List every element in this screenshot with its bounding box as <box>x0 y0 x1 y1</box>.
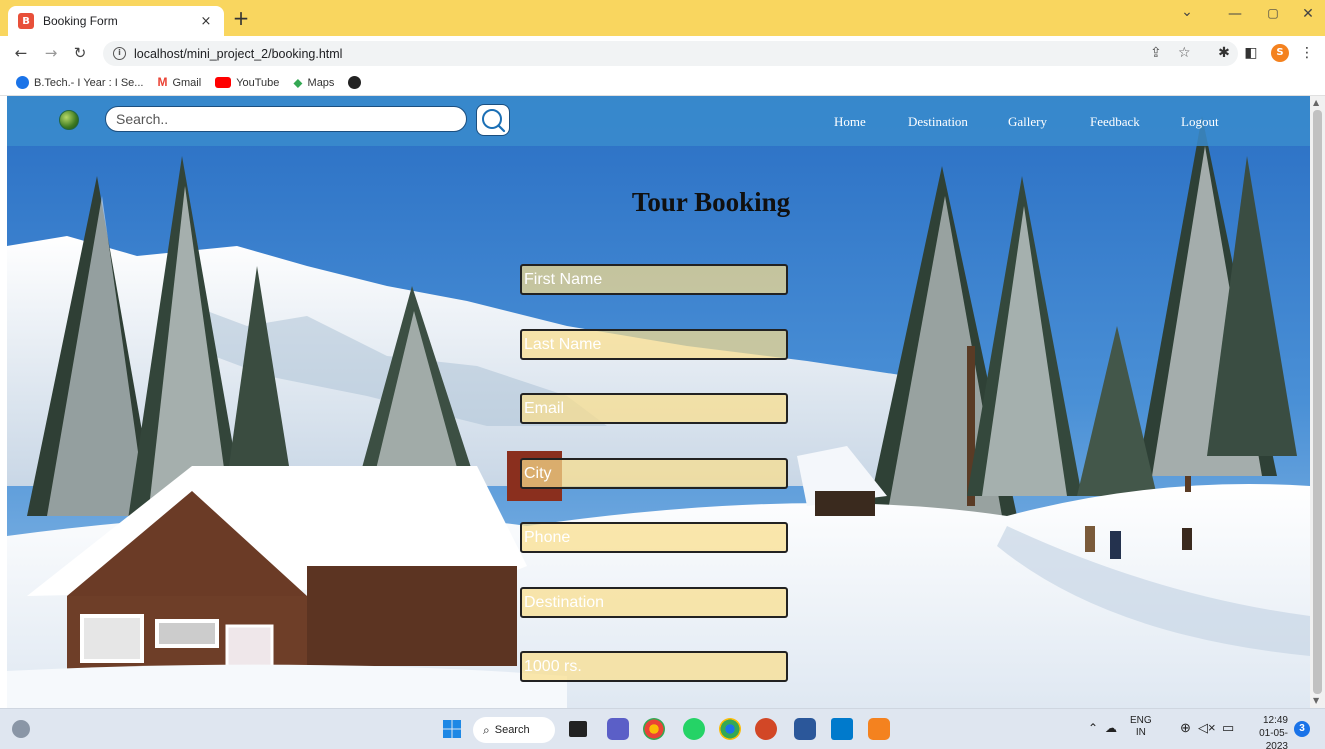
page-scrollbar[interactable]: ▲ ▼ <box>1310 96 1325 708</box>
side-panel-icon[interactable]: ◧ <box>1242 45 1260 61</box>
bookmark-label: B.Tech.- I Year : I Se... <box>34 76 144 89</box>
globe-icon <box>348 76 362 89</box>
vscode-icon[interactable] <box>831 718 853 740</box>
youtube-icon <box>215 77 232 88</box>
info-icon[interactable]: i <box>113 47 126 60</box>
network-icon[interactable]: ⊕ <box>1180 720 1191 736</box>
clock-time: 12:49 <box>1262 715 1288 726</box>
page-title: Tour Booking <box>7 187 1310 218</box>
clock-date: 01-05-2023 <box>1259 728 1288 749</box>
form-title: Tour Booking <box>631 187 791 217</box>
close-tab-icon[interactable]: × <box>198 14 214 29</box>
gmail-icon: M <box>157 75 168 89</box>
site-logo-globe-icon[interactable] <box>59 110 79 130</box>
forward-arrow-icon[interactable]: → <box>42 44 60 62</box>
start-windows-icon[interactable] <box>441 718 463 740</box>
tray-chevron-icon[interactable]: ⌃ <box>1088 721 1098 735</box>
tab-booking-form[interactable]: B Booking Form × <box>8 6 224 36</box>
bookmark-label: Gmail <box>172 76 202 89</box>
whatsapp-icon[interactable] <box>683 718 705 740</box>
word-icon[interactable] <box>794 718 816 740</box>
phone-field[interactable] <box>520 522 788 553</box>
site-navbar: Home Destination Gallery Feedback Logout <box>7 96 1310 146</box>
extensions-icon[interactable]: ✱ <box>1215 45 1233 61</box>
taskbar-search[interactable]: ⌕ Search <box>473 717 555 743</box>
os-taskbar: ⌕ Search ⌃ ☁ ENG IN ⊕ ◁× ▭ 12:49 01-05-2… <box>0 708 1325 749</box>
maps-pin-icon: ⬥ <box>293 75 303 90</box>
minimize-button[interactable]: — <box>1220 6 1250 22</box>
zoom-icon <box>16 76 29 89</box>
chrome-profile-icon[interactable] <box>719 718 741 740</box>
magnifier-icon <box>482 109 506 133</box>
page-viewport: Home Destination Gallery Feedback Logout… <box>7 96 1310 708</box>
site-search-button[interactable] <box>476 104 510 136</box>
nav-feedback[interactable]: Feedback <box>1090 114 1140 130</box>
nav-home[interactable]: Home <box>834 114 866 130</box>
share-icon[interactable]: ⇪ <box>1150 45 1162 61</box>
scrollbar-thumb[interactable] <box>1313 110 1322 694</box>
tab-search-icon[interactable]: ⌄ <box>1172 4 1202 20</box>
reload-icon[interactable]: ↻ <box>71 44 89 62</box>
bookmark-maps[interactable]: ⬥ Maps <box>293 76 334 89</box>
volume-icon[interactable]: ◁× <box>1198 720 1216 736</box>
windows-logo-icon <box>443 720 461 738</box>
clock[interactable]: 12:49 01-05-2023 <box>1238 714 1288 749</box>
first-name-field[interactable] <box>520 264 788 295</box>
back-arrow-icon[interactable]: ← <box>12 44 30 62</box>
battery-icon[interactable]: ▭ <box>1222 720 1234 736</box>
profile-avatar[interactable]: S <box>1271 44 1289 62</box>
email-field[interactable] <box>520 393 788 424</box>
widgets-icon[interactable] <box>12 720 30 738</box>
favicon-icon: B <box>18 13 34 29</box>
nav-logout[interactable]: Logout <box>1181 114 1219 130</box>
bookmark-label: YouTube <box>236 76 280 89</box>
nav-gallery[interactable]: Gallery <box>1008 114 1047 130</box>
destination-field[interactable] <box>520 587 788 618</box>
scroll-up-arrow-icon[interactable]: ▲ <box>1313 98 1319 107</box>
last-name-field[interactable] <box>520 329 788 360</box>
taskbar-search-label: Search <box>494 724 530 736</box>
notification-badge[interactable]: 3 <box>1294 721 1310 737</box>
lang-code: ENG <box>1130 715 1152 726</box>
bookmark-btech[interactable]: B.Tech.- I Year : I Se... <box>16 76 143 89</box>
price-field[interactable] <box>520 651 788 682</box>
nav-destination[interactable]: Destination <box>908 114 968 130</box>
bookmark-globe[interactable] <box>348 76 366 89</box>
chrome-icon[interactable] <box>643 718 665 740</box>
maximize-button[interactable]: ▢ <box>1258 6 1288 20</box>
scroll-down-arrow-icon[interactable]: ▼ <box>1313 696 1319 705</box>
menu-kebab-icon[interactable]: ⋮ <box>1298 45 1316 61</box>
browser-toolbar: ← → ↻ i localhost/mini_project_2/booking… <box>0 36 1325 70</box>
search-icon: ⌕ <box>483 722 490 737</box>
xampp-icon[interactable] <box>868 718 890 740</box>
bookmark-gmail[interactable]: M Gmail <box>157 76 201 89</box>
tab-title: Booking Form <box>43 14 118 28</box>
bookmark-youtube[interactable]: YouTube <box>215 77 279 89</box>
onedrive-icon[interactable]: ☁ <box>1105 721 1117 735</box>
tab-strip: B Booking Form × + ⌄ — ▢ ✕ <box>0 0 1325 36</box>
lang-region: IN <box>1135 727 1146 738</box>
language-indicator[interactable]: ENG IN <box>1130 715 1152 739</box>
city-field[interactable] <box>520 458 788 489</box>
bookmark-star-icon[interactable]: ☆ <box>1178 45 1191 61</box>
task-view-icon[interactable] <box>569 721 587 737</box>
powerpoint-icon[interactable] <box>755 718 777 740</box>
site-search-input[interactable] <box>105 106 467 132</box>
teams-chat-icon[interactable] <box>607 718 629 740</box>
bookmarks-bar: B.Tech.- I Year : I Se... M Gmail YouTub… <box>0 70 1325 96</box>
url-text: localhost/mini_project_2/booking.html <box>134 46 343 61</box>
new-tab-button[interactable]: + <box>230 8 252 30</box>
close-window-button[interactable]: ✕ <box>1293 6 1323 22</box>
address-bar[interactable]: i localhost/mini_project_2/booking.html … <box>103 41 1238 66</box>
bookmark-label: Maps <box>307 76 335 89</box>
